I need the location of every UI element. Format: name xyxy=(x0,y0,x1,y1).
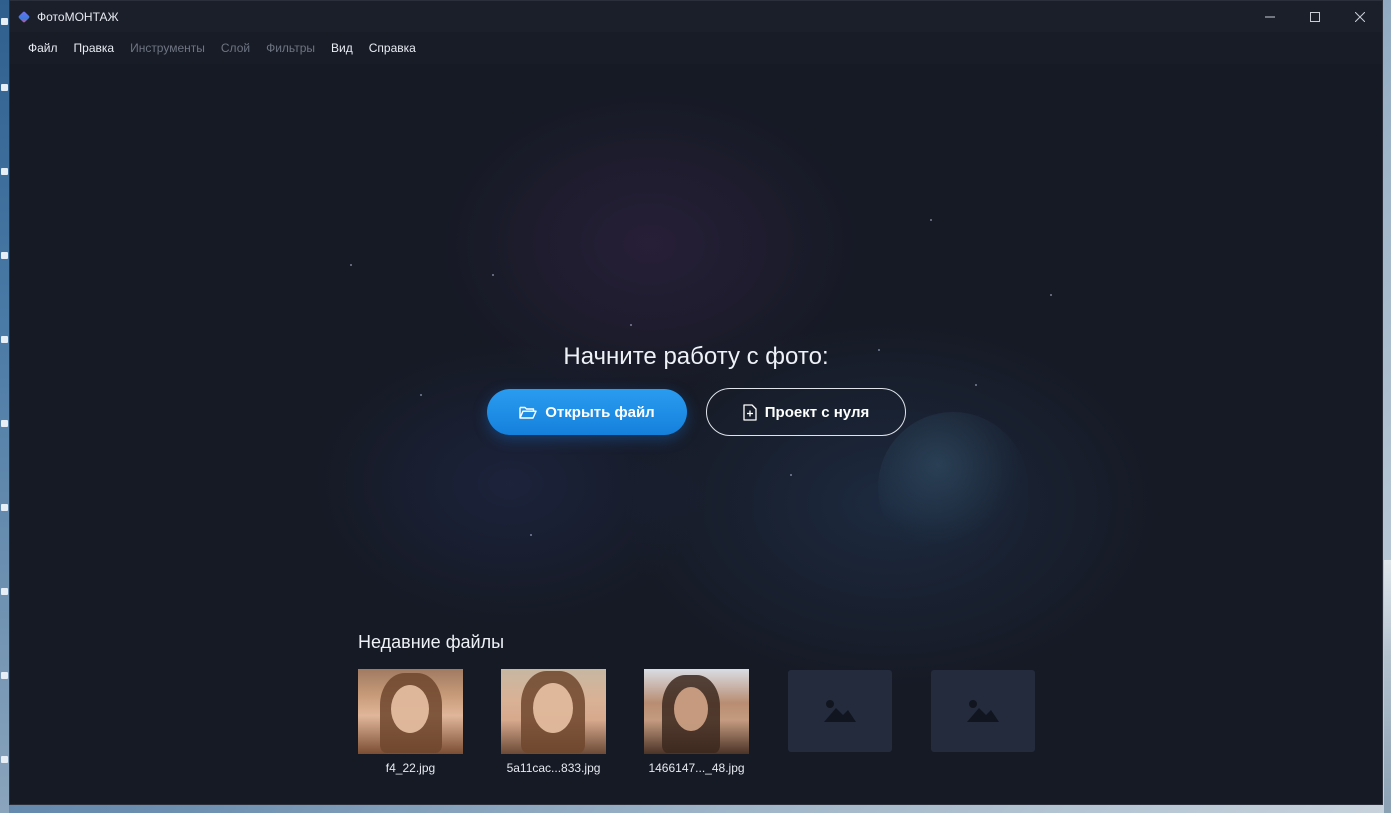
recent-file-empty-slot xyxy=(787,669,892,775)
open-file-button[interactable]: Открыть файл xyxy=(487,389,687,435)
background-star xyxy=(930,219,932,221)
desktop-shortcut-icon[interactable] xyxy=(1,504,8,511)
recent-file-empty-slot xyxy=(930,669,1035,775)
background-star xyxy=(630,324,632,326)
recent-file-name: f4_22.jpg xyxy=(385,761,436,775)
menu-help[interactable]: Справка xyxy=(361,41,424,55)
background-star xyxy=(350,264,352,266)
title-bar[interactable]: ФотоМОНТАЖ xyxy=(10,1,1382,32)
minimize-icon xyxy=(1264,16,1275,17)
empty-thumbnail xyxy=(930,670,1035,752)
recent-file-name: 5a11cac...833.jpg xyxy=(506,761,601,775)
desktop-shortcut-icon[interactable] xyxy=(1,18,8,25)
desktop-shortcut-icon[interactable] xyxy=(1,588,8,595)
app-window: ФотоМОНТАЖ Файл Правка Инструменты Слой … xyxy=(9,0,1383,805)
menu-filters[interactable]: Фильтры xyxy=(258,41,323,55)
app-logo-icon xyxy=(17,10,31,23)
window-controls xyxy=(1247,1,1382,32)
new-project-button[interactable]: Проект с нуля xyxy=(706,388,906,436)
desktop-shortcut-icon[interactable] xyxy=(1,168,8,175)
background-star xyxy=(790,474,792,476)
recent-file-thumbnail[interactable] xyxy=(358,669,463,754)
menu-bar: Файл Правка Инструменты Слой Фильтры Вид… xyxy=(10,32,1382,64)
menu-file[interactable]: Файл xyxy=(20,41,66,55)
close-icon xyxy=(1354,11,1365,22)
recent-file-name: 1466147..._48.jpg xyxy=(648,761,745,775)
close-button[interactable] xyxy=(1337,1,1382,32)
background-planet xyxy=(878,412,1028,562)
recent-file-thumbnail[interactable] xyxy=(501,669,606,754)
recent-files-list: f4_22.jpg 5a11cac...833.jpg 1466147..._4… xyxy=(358,669,1035,775)
background-star xyxy=(420,394,422,396)
desktop-shortcut-icon[interactable] xyxy=(1,672,8,679)
maximize-button[interactable] xyxy=(1292,1,1337,32)
recent-file-item[interactable]: f4_22.jpg xyxy=(358,669,463,775)
background-star xyxy=(975,384,977,386)
folder-open-icon xyxy=(519,406,537,419)
menu-view[interactable]: Вид xyxy=(323,41,361,55)
background-star xyxy=(492,274,494,276)
open-file-label: Открыть файл xyxy=(545,403,655,421)
desktop-shortcut-icon[interactable] xyxy=(1,420,8,427)
desktop-shortcut-icon[interactable] xyxy=(1,756,8,763)
image-placeholder-icon xyxy=(823,700,856,722)
menu-tools[interactable]: Инструменты xyxy=(122,41,213,55)
desktop-shortcut-icon[interactable] xyxy=(1,84,8,91)
new-project-label: Проект с нуля xyxy=(764,403,870,421)
window-title: ФотоМОНТАЖ xyxy=(37,9,119,24)
desktop-background xyxy=(0,0,9,813)
menu-edit[interactable]: Правка xyxy=(66,41,123,55)
start-headline: Начните работу с фото: xyxy=(563,343,829,370)
recent-files-title: Недавние файлы xyxy=(358,632,505,652)
maximize-icon xyxy=(1309,11,1320,22)
background-star xyxy=(1050,294,1052,296)
recent-file-item[interactable]: 5a11cac...833.jpg xyxy=(501,669,606,775)
menu-layer[interactable]: Слой xyxy=(213,41,258,55)
recent-file-item[interactable]: 1466147..._48.jpg xyxy=(644,669,749,775)
desktop-wallpaper xyxy=(1384,560,1391,813)
desktop-shortcut-icon[interactable] xyxy=(1,336,8,343)
desktop-shortcut-icon[interactable] xyxy=(1,252,8,259)
recent-file-thumbnail[interactable] xyxy=(644,669,749,754)
empty-thumbnail xyxy=(787,670,892,752)
start-screen: Начните работу с фото: Открыть файл Прое… xyxy=(10,64,1382,804)
background-star xyxy=(530,534,532,536)
minimize-button[interactable] xyxy=(1247,1,1292,32)
image-placeholder-icon xyxy=(966,700,999,722)
new-document-icon xyxy=(743,403,757,421)
